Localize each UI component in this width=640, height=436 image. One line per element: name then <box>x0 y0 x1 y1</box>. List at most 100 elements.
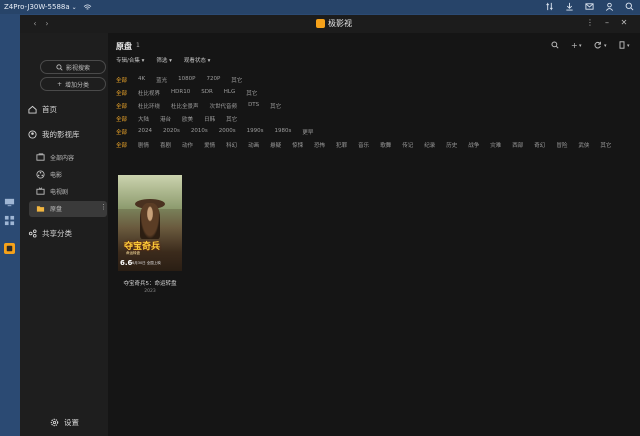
user-circle-icon <box>28 130 37 139</box>
filter-chip[interactable]: 其它 <box>270 102 281 110</box>
sidebar-item-shared[interactable]: 共享分类 <box>28 228 72 239</box>
filter-chip[interactable]: 杜比全景声 <box>171 102 199 110</box>
back-button[interactable]: ‹ <box>30 19 40 29</box>
filter-row-audio: 全部 杜比环绕 杜比全景声 次世代音频 DTS 其它 <box>116 102 292 110</box>
add-category-button[interactable]: + 增加分类 <box>40 77 106 91</box>
filter-chip[interactable]: 喜剧 <box>160 141 171 149</box>
filter-chip[interactable]: 720P <box>206 76 220 84</box>
filter-chip[interactable]: 蓝光 <box>156 76 167 84</box>
filter-chip[interactable]: 全部 <box>116 89 127 97</box>
search-icon[interactable] <box>551 41 559 49</box>
download-icon[interactable] <box>565 2 574 11</box>
more-menu-icon[interactable]: ⋮ <box>585 18 595 27</box>
sidebar-item-movies[interactable]: 电影 <box>36 170 62 179</box>
filter-chip[interactable]: 恐怖 <box>314 141 325 149</box>
filter-chip[interactable]: 传记 <box>402 141 413 149</box>
filter-chip[interactable]: 动画 <box>248 141 259 149</box>
filter-chip[interactable]: 更早 <box>302 128 313 136</box>
sidebar-item-bluray-disc[interactable]: 原盘 <box>36 204 62 213</box>
filter-chip[interactable]: 全部 <box>116 76 127 84</box>
filter-chip[interactable]: 歌舞 <box>380 141 391 149</box>
filter-chip[interactable]: 全部 <box>116 102 127 110</box>
chevron-down-icon[interactable]: ▾ <box>579 43 582 49</box>
apps-grid-icon[interactable] <box>4 215 15 226</box>
sidebar-item-all-content[interactable]: 全部内容 <box>36 153 74 162</box>
filter-chip[interactable]: 全部 <box>116 141 127 149</box>
tab-albums[interactable]: 专辑/合集 ▾ <box>116 56 144 64</box>
filter-chip[interactable]: 其它 <box>246 89 257 97</box>
filter-chip[interactable]: 爱情 <box>204 141 215 149</box>
filter-chip[interactable]: 2000s <box>219 128 236 136</box>
minimize-button[interactable]: – <box>602 18 612 27</box>
filter-chip[interactable]: 杜比视界 <box>138 89 160 97</box>
filter-chip[interactable]: 2020s <box>163 128 180 136</box>
filter-chip[interactable]: 灾难 <box>490 141 501 149</box>
filter-chip[interactable]: 惊悚 <box>292 141 303 149</box>
layout-icon[interactable] <box>618 41 626 49</box>
filter-chip[interactable]: 4K <box>138 76 145 84</box>
filter-chip[interactable]: 西部 <box>512 141 523 149</box>
filter-chip[interactable]: 冒险 <box>556 141 567 149</box>
app-window: ‹ › 极影视 ⋮ – ✕ 影视搜索 + 增加分类 首页 我的影视库 全部内容 <box>20 15 640 436</box>
refresh-icon[interactable] <box>594 41 602 49</box>
title-bar: ‹ › 极影视 ⋮ – ✕ <box>20 15 640 34</box>
sliders-icon[interactable] <box>545 2 554 11</box>
movie-search-button[interactable]: 影视搜索 <box>40 60 106 74</box>
filter-chip[interactable]: 其它 <box>226 115 237 123</box>
filter-chip[interactable]: HLG <box>224 89 235 97</box>
filter-chip[interactable]: 2010s <box>191 128 208 136</box>
filter-chip[interactable]: 港台 <box>160 115 171 123</box>
chevron-down-icon[interactable]: ⌄ <box>72 4 77 11</box>
filter-chip[interactable]: 悬疑 <box>270 141 281 149</box>
filter-chip[interactable]: 其它 <box>231 76 242 84</box>
filter-chip[interactable]: 武侠 <box>578 141 589 149</box>
filter-chip[interactable]: 音乐 <box>358 141 369 149</box>
filter-chip[interactable]: 犯罪 <box>336 141 347 149</box>
rating-badge: 6.6 <box>120 259 133 267</box>
sidebar-item-tv-series[interactable]: 电视剧 <box>36 187 68 196</box>
search-icon[interactable] <box>625 2 634 11</box>
filter-chip[interactable]: HDR10 <box>171 89 190 97</box>
sidebar-item-home[interactable]: 首页 <box>28 104 57 115</box>
monitor-icon[interactable] <box>4 197 15 208</box>
tab-watch-status[interactable]: 观看状态 ▾ <box>184 56 211 64</box>
item-more-icon[interactable]: ⋮ <box>100 203 107 211</box>
tab-filter[interactable]: 筛选 ▾ <box>156 56 172 64</box>
close-button[interactable]: ✕ <box>619 18 629 27</box>
add-icon[interactable]: + <box>571 41 578 50</box>
filter-chip[interactable]: 全部 <box>116 128 127 136</box>
filter-chip[interactable]: DTS <box>248 102 259 110</box>
filter-chip[interactable]: 其它 <box>600 141 611 149</box>
filter-chip[interactable]: 1990s <box>247 128 264 136</box>
settings-button[interactable]: 设置 <box>50 417 79 428</box>
filter-chip[interactable]: 动作 <box>182 141 193 149</box>
filter-chip[interactable]: 欧美 <box>182 115 193 123</box>
filter-chip[interactable]: 全部 <box>116 115 127 123</box>
user-icon[interactable] <box>605 2 614 11</box>
filter-chip[interactable]: 次世代音频 <box>210 102 238 110</box>
movie-poster[interactable]: 夺宝奇兵 命运转盘 6.6 6月30日 全国上映 <box>118 175 182 271</box>
movie-year: 2023 <box>144 289 156 294</box>
filter-chip[interactable]: 2024 <box>138 128 152 136</box>
filter-chip[interactable]: 1980s <box>275 128 292 136</box>
chevron-down-icon[interactable]: ▾ <box>627 43 630 49</box>
forward-button[interactable]: › <box>42 19 52 29</box>
device-name[interactable]: Z4Pro-J30W-5588a <box>4 3 70 11</box>
item-count: 1 <box>136 42 140 49</box>
app-logo-icon[interactable] <box>4 243 15 254</box>
movie-title[interactable]: 夺宝奇兵5：命运转盘 <box>112 279 188 287</box>
filter-chip[interactable]: 纪录 <box>424 141 435 149</box>
filter-chip[interactable]: 大陆 <box>138 115 149 123</box>
filter-chip[interactable]: 日韩 <box>204 115 215 123</box>
mail-icon[interactable] <box>585 2 594 11</box>
sidebar-item-my-library[interactable]: 我的影视库 <box>28 129 80 140</box>
filter-chip[interactable]: 奇幻 <box>534 141 545 149</box>
filter-chip[interactable]: 剧情 <box>138 141 149 149</box>
filter-chip[interactable]: 1080P <box>178 76 195 84</box>
filter-chip[interactable]: 科幻 <box>226 141 237 149</box>
filter-chip[interactable]: 历史 <box>446 141 457 149</box>
filter-chip[interactable]: SDR <box>201 89 213 97</box>
chevron-down-icon[interactable]: ▾ <box>604 43 607 49</box>
filter-chip[interactable]: 杜比环绕 <box>138 102 160 110</box>
filter-chip[interactable]: 战争 <box>468 141 479 149</box>
